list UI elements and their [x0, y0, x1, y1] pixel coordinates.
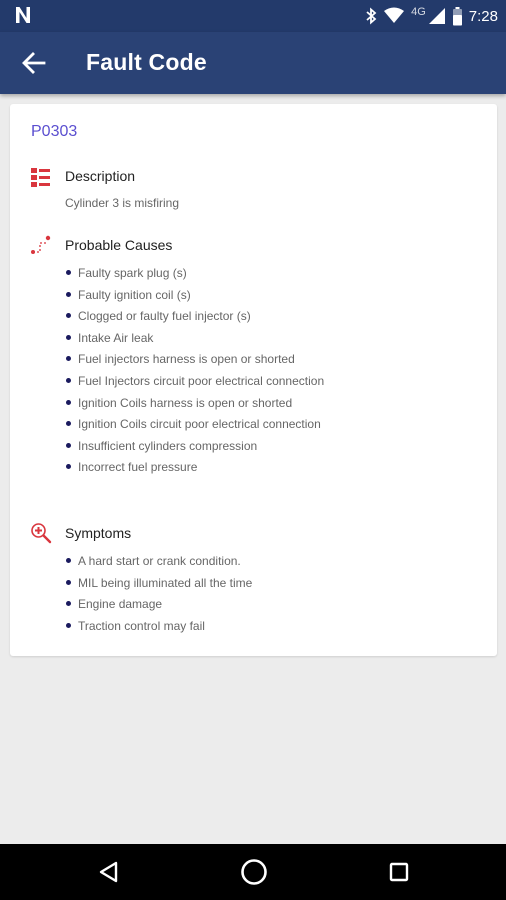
clock: 7:28: [468, 7, 498, 25]
back-triangle-icon[interactable]: [95, 858, 123, 886]
cause-item: Fuel Injectors circuit poor electrical c…: [65, 373, 324, 395]
fault-code-card: P0303 Description Cylinder 3 is misfirin…: [10, 104, 497, 656]
symptoms-title: Symptoms: [65, 525, 132, 541]
medical-search-icon: [31, 523, 52, 544]
probable-causes-list: Faulty spark plug (s) Faulty ignition co…: [65, 265, 324, 481]
description-title: Description: [65, 168, 136, 184]
cause-item: Clogged or faulty fuel injector (s): [65, 308, 324, 330]
bluetooth-icon: [366, 7, 377, 25]
wifi-icon: [384, 7, 405, 23]
symptoms-list: A hard start or crank condition. MIL bei…: [65, 553, 252, 639]
network-type-label: 4G: [411, 6, 426, 18]
symptom-item: A hard start or crank condition.: [65, 553, 252, 575]
arrow-left-icon[interactable]: [20, 49, 48, 77]
symptom-item: Traction control may fail: [65, 618, 252, 640]
symptom-item: MIL being illuminated all the time: [65, 575, 252, 597]
app-bar: Fault Code: [0, 32, 506, 94]
symptom-item: Engine damage: [65, 596, 252, 618]
page-title: Fault Code: [86, 49, 207, 75]
cause-item: Ignition Coils harness is open or shorte…: [65, 395, 324, 417]
home-circle-icon[interactable]: [240, 858, 268, 886]
probable-causes-title: Probable Causes: [65, 237, 173, 253]
recents-square-icon[interactable]: [385, 858, 413, 886]
cause-item: Insufficient cylinders compression: [65, 438, 324, 460]
list-icon: [31, 168, 50, 187]
battery-icon: [452, 6, 462, 25]
description-text: Cylinder 3 is misfiring: [65, 196, 180, 210]
status-bar: 4G 7:28: [0, 0, 506, 32]
n-notification-icon: [16, 7, 30, 23]
cause-item: Intake Air leak: [65, 330, 324, 352]
cause-item: Fuel injectors harness is open or shorte…: [65, 351, 324, 373]
cause-item: Incorrect fuel pressure: [65, 459, 324, 481]
cause-item: Ignition Coils circuit poor electrical c…: [65, 416, 324, 438]
status-icons: 4G 7:28: [365, 0, 498, 32]
fault-code: P0303: [31, 123, 78, 140]
navigation-bar: [0, 844, 506, 900]
cause-item: Faulty ignition coil (s): [65, 287, 324, 309]
route-icon: [31, 235, 51, 254]
cause-item: Faulty spark plug (s): [65, 265, 324, 287]
signal-icon: [428, 8, 445, 24]
